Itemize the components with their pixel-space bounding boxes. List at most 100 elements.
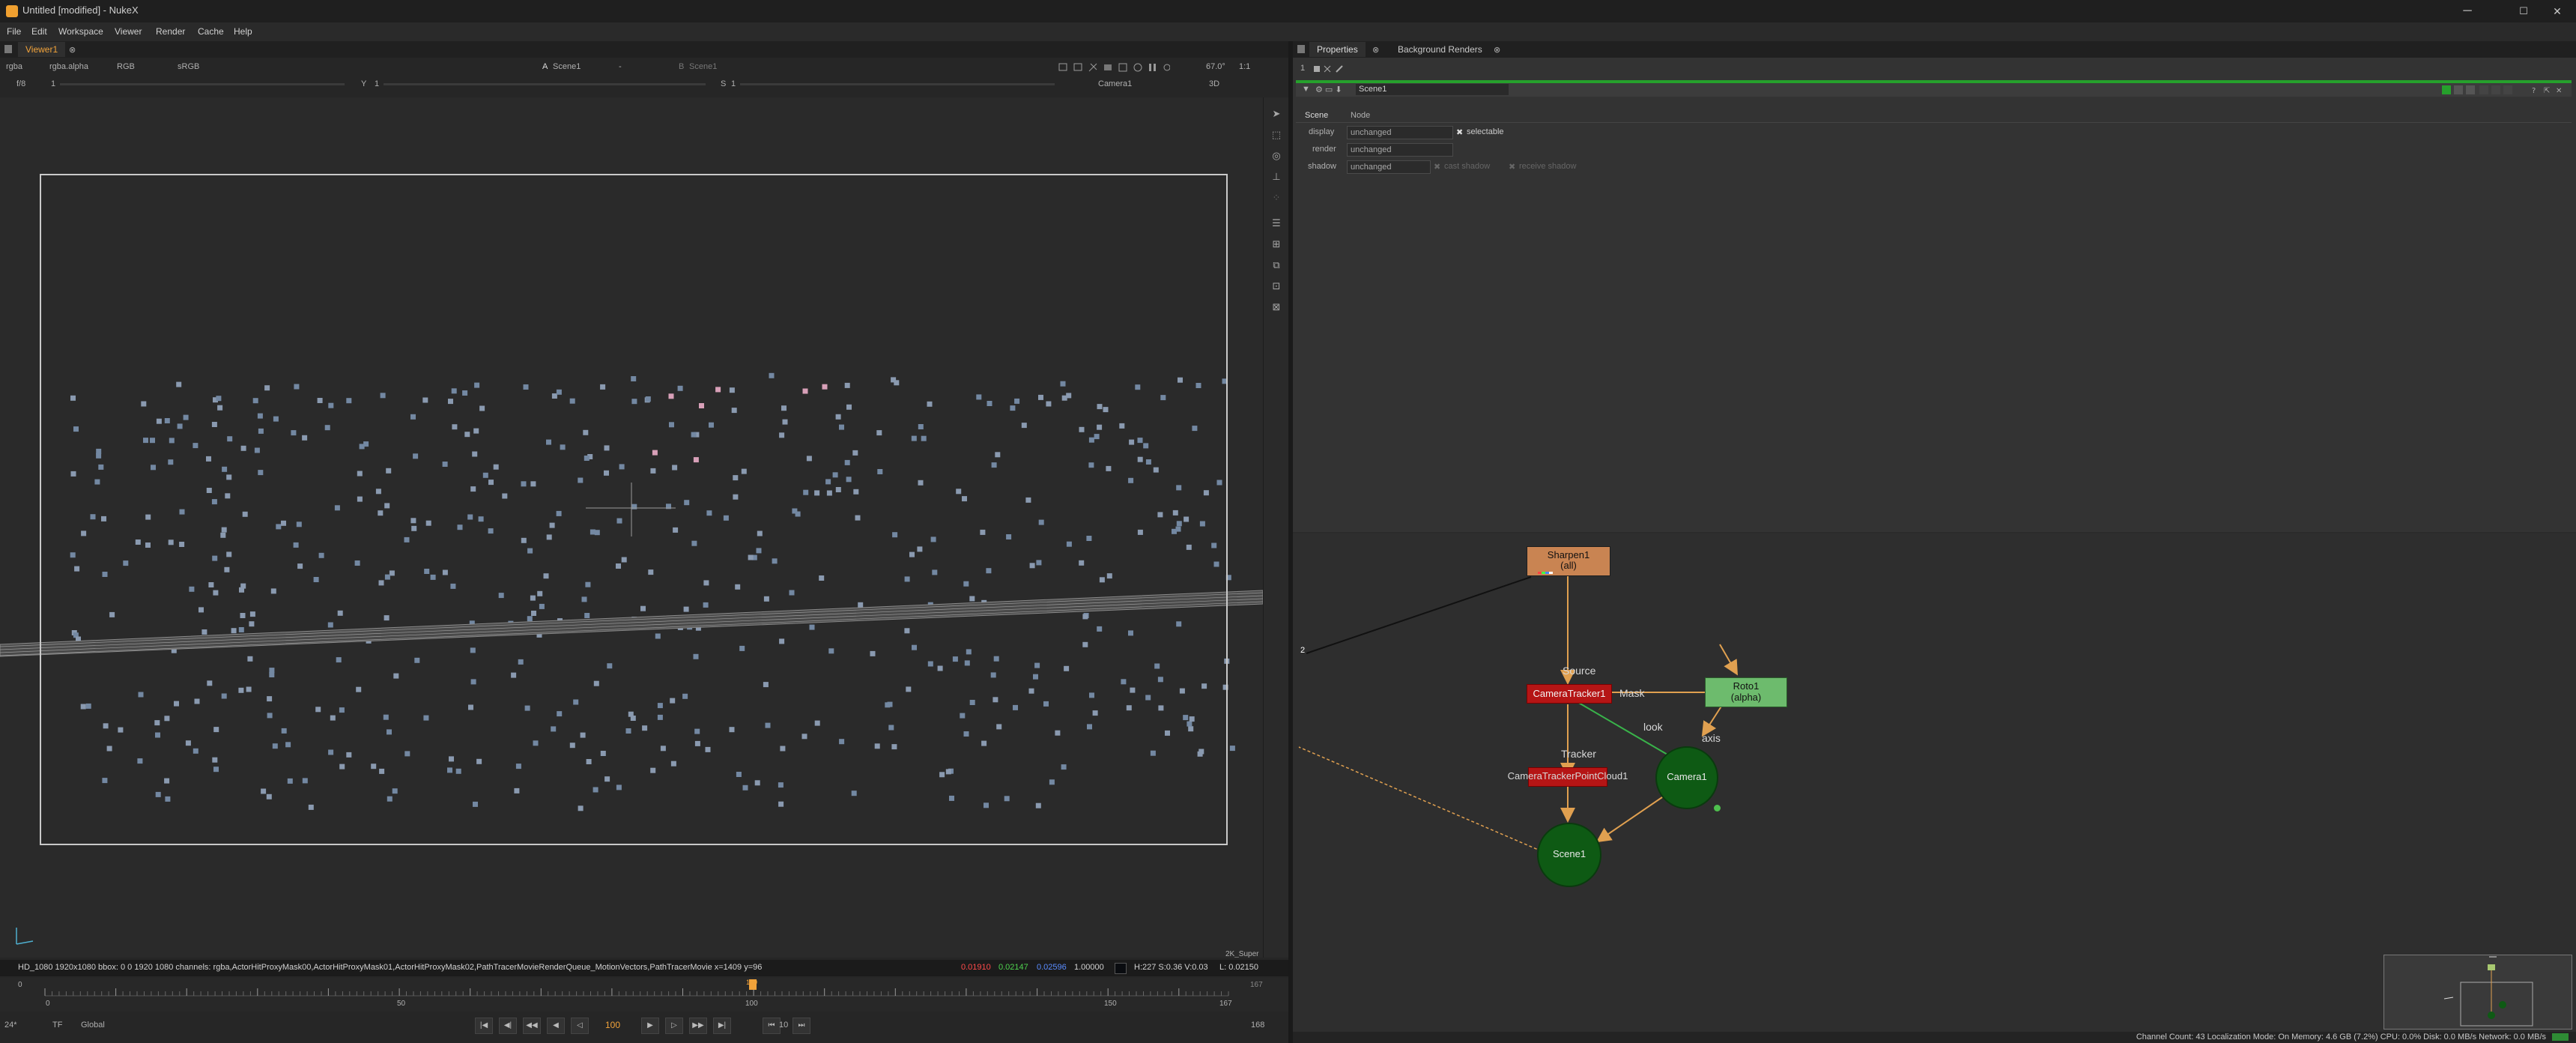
gain-slider[interactable] (60, 83, 345, 85)
collapse-icon[interactable]: ▼ (1302, 85, 1310, 94)
menu-viewer[interactable]: Viewer (115, 26, 142, 37)
prev-frame-button[interactable]: ◀ (547, 1018, 565, 1034)
display-label: display (1309, 127, 1335, 136)
max-panels-field[interactable]: 1 (1300, 64, 1305, 73)
menu-workspace[interactable]: Workspace (58, 26, 103, 37)
gamma-value[interactable]: 1 (375, 79, 379, 88)
menu-render[interactable]: Render (156, 26, 185, 37)
dot-node[interactable]: 2 (1300, 646, 1305, 655)
menu-cache[interactable]: Cache (198, 26, 224, 37)
edge-label-mask: Mask (1619, 687, 1645, 699)
last-frame-button[interactable]: ▶| (713, 1018, 731, 1034)
viewer-overlay-buttons[interactable] (1058, 62, 1171, 73)
next-frame-button[interactable]: ▷ (665, 1018, 683, 1034)
display-channels-dropdown[interactable]: RGB (117, 62, 135, 71)
snap-icon[interactable]: ⁘ (1270, 192, 1282, 204)
menu-file[interactable]: File (7, 26, 21, 37)
current-frame-field[interactable]: 100 (605, 1020, 620, 1030)
node-roto1[interactable]: Roto1 (alpha) (1705, 677, 1787, 707)
menu-bar: File Edit Workspace Viewer Render Cache … (0, 22, 2576, 41)
select-tool-icon[interactable]: ➤ (1270, 108, 1282, 120)
shadow-dropdown[interactable]: unchanged (1347, 160, 1431, 174)
first-frame-button[interactable]: |◀ (475, 1018, 493, 1034)
edge-camera-scene (1595, 795, 1665, 843)
end-frame-field[interactable]: 168 (1251, 1021, 1264, 1030)
node-name-field[interactable]: Scene1 (1356, 84, 1509, 95)
status-text: Channel Count: 43 Localization Mode: On … (2136, 1033, 2546, 1042)
selectable-checkbox[interactable]: ✖ (1456, 127, 1463, 137)
transform-icon[interactable]: ⧉ (1270, 259, 1282, 271)
node-cameratracker1[interactable]: CameraTracker1 (1527, 684, 1612, 704)
fps-dropdown[interactable]: 24* (4, 1021, 17, 1030)
view-mode-dropdown[interactable]: 3D (1209, 79, 1219, 88)
viewer-pane: Viewer1 ⊗ rgba rgba.alpha RGB sRGB A Sce… (0, 41, 1289, 1043)
tab-background-renders[interactable]: Background Renders (1390, 42, 1490, 57)
minimize-button[interactable]: ─ (2449, 1, 2486, 21)
camera-dropdown[interactable]: Camera1 (1098, 79, 1132, 88)
colorspace-dropdown[interactable]: sRGB (178, 62, 199, 71)
subtab-node[interactable]: Node (1351, 111, 1370, 120)
frame-icon[interactable]: ⊡ (1270, 280, 1282, 292)
gain-label: f/8 (16, 79, 26, 88)
viewer-tab-strip: Viewer1 ⊗ (0, 41, 1288, 58)
camera-handle[interactable] (1714, 805, 1721, 811)
zoom-dropdown[interactable]: 67.0° (1206, 62, 1225, 71)
svg-text:✕: ✕ (2556, 87, 2562, 95)
graph-navigator[interactable] (2383, 955, 2572, 1030)
pane-menu-icon[interactable] (1297, 45, 1305, 53)
timeline[interactable]: 0 50 100 150 0 167 167 100 (0, 978, 1288, 1012)
prev-keyframe-button[interactable]: ◀| (499, 1018, 517, 1034)
tab-properties[interactable]: Properties (1309, 42, 1366, 57)
rotate-tool-icon[interactable]: ◎ (1270, 150, 1282, 162)
alpha-channel-dropdown[interactable]: rgba.alpha (49, 62, 88, 71)
axis-tool-icon[interactable]: ⊥ (1270, 171, 1282, 183)
node-graph[interactable]: 2 Sharpen1 (all) CameraTracker1 Roto1 (a… (1293, 533, 2576, 1032)
node-camera1[interactable]: Camera1 (1655, 746, 1718, 809)
edge-axis (1701, 702, 1724, 737)
node-sharpen1[interactable]: Sharpen1 (all) (1527, 546, 1610, 576)
properties-pane: Properties ⊗ Background Renders ⊗ 1 ▼ ⚙ … (1293, 41, 2576, 532)
tab-viewer1[interactable]: Viewer1 (18, 42, 66, 57)
timeline-format-dropdown[interactable]: TF (52, 1021, 62, 1030)
render-dropdown[interactable]: unchanged (1347, 143, 1453, 157)
close-button[interactable]: ✕ (2539, 1, 2576, 21)
close-tab-icon[interactable]: ⊗ (1494, 45, 1500, 55)
viewport-icon[interactable]: ⊠ (1270, 301, 1282, 313)
timeline-ruler (44, 988, 1229, 997)
select-vertices-icon[interactable]: ⬚ (1270, 129, 1282, 141)
scope-dropdown[interactable]: Global (81, 1021, 105, 1030)
compare-operation-dropdown[interactable]: - (619, 62, 622, 71)
node-icons[interactable]: ⚙ ▭ ⬇ (1315, 85, 1342, 94)
saturation-slider[interactable] (740, 83, 1055, 85)
gain-value[interactable]: 1 (51, 79, 55, 88)
play-forward-button[interactable]: ▶ (641, 1018, 659, 1034)
subtab-scene[interactable]: Scene (1305, 111, 1328, 120)
viewer-canvas[interactable]: 2K_Super (0, 97, 1263, 958)
proxy-ratio-dropdown[interactable]: 1:1 (1239, 62, 1250, 71)
prev-increment-button[interactable]: ◀◀ (523, 1018, 541, 1034)
close-tab-icon[interactable]: ⊗ (69, 45, 76, 55)
gamma-slider[interactable] (384, 83, 706, 85)
menu-edit[interactable]: Edit (31, 26, 47, 37)
play-backward-button[interactable]: ◁ (571, 1018, 589, 1034)
menu-help[interactable]: Help (234, 26, 252, 37)
input-b-dropdown[interactable]: Scene1 (689, 62, 717, 71)
input-a-dropdown[interactable]: Scene1 (553, 62, 581, 71)
cast-shadow-checkbox[interactable]: ✖ (1434, 162, 1440, 172)
close-tab-icon[interactable]: ⊗ (1372, 45, 1379, 55)
increment-field[interactable]: 10 (779, 1021, 788, 1030)
list-icon[interactable]: ☰ (1270, 217, 1282, 229)
receive-shadow-checkbox[interactable]: ✖ (1509, 162, 1515, 172)
channels-dropdown[interactable]: rgba (6, 62, 22, 71)
maximize-button[interactable]: ☐ (2505, 1, 2542, 21)
display-dropdown[interactable]: unchanged (1347, 126, 1453, 139)
saturation-value[interactable]: 1 (731, 79, 736, 88)
pane-menu-icon[interactable] (4, 45, 12, 53)
skip-forward-button[interactable]: ⏭ (793, 1018, 810, 1034)
saturation-label: S (721, 79, 727, 88)
node-header-buttons[interactable]: ? ⇱ ✕ (2427, 85, 2569, 95)
node-scene1[interactable]: Scene1 (1537, 823, 1601, 887)
next-increment-button[interactable]: ▶▶ (689, 1018, 707, 1034)
skip-back-button[interactable]: ⏮ (763, 1018, 781, 1034)
grid-icon[interactable]: ⊞ (1270, 238, 1282, 250)
